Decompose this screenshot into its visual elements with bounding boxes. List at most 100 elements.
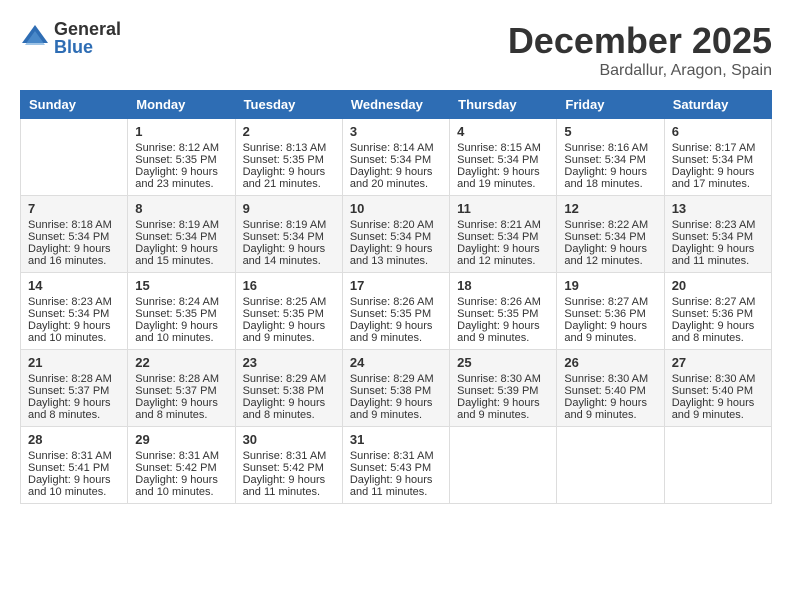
day-info: Daylight: 9 hours [564,166,656,178]
day-info: Sunrise: 8:30 AM [672,373,764,385]
day-info: Sunrise: 8:27 AM [672,296,764,308]
day-number: 3 [350,124,442,139]
day-info: Daylight: 9 hours [350,397,442,409]
day-info: Daylight: 9 hours [672,320,764,332]
calendar-cell: 29Sunrise: 8:31 AMSunset: 5:42 PMDayligh… [128,427,235,504]
day-info: Sunrise: 8:27 AM [564,296,656,308]
day-number: 25 [457,355,549,370]
day-info: Sunrise: 8:19 AM [135,219,227,231]
day-info: Daylight: 9 hours [564,243,656,255]
day-info: and 14 minutes. [243,255,335,267]
calendar-cell: 18Sunrise: 8:26 AMSunset: 5:35 PMDayligh… [450,273,557,350]
calendar-cell: 22Sunrise: 8:28 AMSunset: 5:37 PMDayligh… [128,350,235,427]
day-info: Sunset: 5:34 PM [350,154,442,166]
day-info: Sunrise: 8:24 AM [135,296,227,308]
day-info: Daylight: 9 hours [672,397,764,409]
day-info: Sunset: 5:35 PM [135,154,227,166]
day-info: Sunset: 5:37 PM [135,385,227,397]
day-number: 5 [564,124,656,139]
day-number: 7 [28,201,120,216]
day-info: Sunrise: 8:28 AM [135,373,227,385]
day-number: 16 [243,278,335,293]
calendar-cell: 16Sunrise: 8:25 AMSunset: 5:35 PMDayligh… [235,273,342,350]
day-info: Sunrise: 8:23 AM [672,219,764,231]
day-info: Daylight: 9 hours [243,243,335,255]
day-info: Sunrise: 8:31 AM [350,450,442,462]
calendar-cell: 4Sunrise: 8:15 AMSunset: 5:34 PMDaylight… [450,119,557,196]
day-info: Sunrise: 8:26 AM [350,296,442,308]
col-header-friday: Friday [557,91,664,119]
day-info: and 13 minutes. [350,255,442,267]
day-info: and 11 minutes. [672,255,764,267]
day-info: Sunrise: 8:31 AM [243,450,335,462]
header-row: SundayMondayTuesdayWednesdayThursdayFrid… [21,91,772,119]
day-info: Sunset: 5:40 PM [564,385,656,397]
day-number: 2 [243,124,335,139]
calendar-cell [450,427,557,504]
day-number: 19 [564,278,656,293]
calendar-cell: 10Sunrise: 8:20 AMSunset: 5:34 PMDayligh… [342,196,449,273]
calendar-cell: 20Sunrise: 8:27 AMSunset: 5:36 PMDayligh… [664,273,771,350]
day-info: Sunrise: 8:21 AM [457,219,549,231]
day-info: Sunset: 5:35 PM [350,308,442,320]
day-number: 4 [457,124,549,139]
day-number: 17 [350,278,442,293]
day-info: and 12 minutes. [457,255,549,267]
day-info: and 9 minutes. [243,332,335,344]
calendar-cell: 27Sunrise: 8:30 AMSunset: 5:40 PMDayligh… [664,350,771,427]
day-number: 23 [243,355,335,370]
day-info: Sunset: 5:37 PM [28,385,120,397]
day-info: Sunrise: 8:19 AM [243,219,335,231]
day-info: and 9 minutes. [457,332,549,344]
day-number: 22 [135,355,227,370]
col-header-thursday: Thursday [450,91,557,119]
day-info: Sunrise: 8:30 AM [564,373,656,385]
day-info: and 9 minutes. [457,409,549,421]
calendar-cell: 2Sunrise: 8:13 AMSunset: 5:35 PMDaylight… [235,119,342,196]
day-info: Daylight: 9 hours [672,166,764,178]
calendar-cell: 12Sunrise: 8:22 AMSunset: 5:34 PMDayligh… [557,196,664,273]
day-info: Sunrise: 8:12 AM [135,142,227,154]
day-info: Daylight: 9 hours [457,320,549,332]
logo: General Blue [20,20,121,56]
day-info: Sunset: 5:39 PM [457,385,549,397]
day-info: Daylight: 9 hours [350,474,442,486]
calendar-cell: 23Sunrise: 8:29 AMSunset: 5:38 PMDayligh… [235,350,342,427]
day-number: 13 [672,201,764,216]
day-info: Sunset: 5:35 PM [135,308,227,320]
calendar-cell: 14Sunrise: 8:23 AMSunset: 5:34 PMDayligh… [21,273,128,350]
calendar-cell: 11Sunrise: 8:21 AMSunset: 5:34 PMDayligh… [450,196,557,273]
day-info: Daylight: 9 hours [457,397,549,409]
calendar-cell: 19Sunrise: 8:27 AMSunset: 5:36 PMDayligh… [557,273,664,350]
day-info: Sunset: 5:34 PM [350,231,442,243]
day-info: and 9 minutes. [350,332,442,344]
col-header-wednesday: Wednesday [342,91,449,119]
day-info: Sunrise: 8:15 AM [457,142,549,154]
day-info: Sunrise: 8:22 AM [564,219,656,231]
day-info: Daylight: 9 hours [135,166,227,178]
day-info: Daylight: 9 hours [672,243,764,255]
week-row-2: 7Sunrise: 8:18 AMSunset: 5:34 PMDaylight… [21,196,772,273]
day-info: and 10 minutes. [28,486,120,498]
day-info: Daylight: 9 hours [28,320,120,332]
day-info: and 11 minutes. [243,486,335,498]
calendar-cell: 8Sunrise: 8:19 AMSunset: 5:34 PMDaylight… [128,196,235,273]
day-info: and 19 minutes. [457,178,549,190]
day-number: 24 [350,355,442,370]
day-info: Sunset: 5:35 PM [243,154,335,166]
col-header-tuesday: Tuesday [235,91,342,119]
day-info: Sunset: 5:34 PM [457,154,549,166]
day-info: Daylight: 9 hours [350,320,442,332]
calendar-cell: 7Sunrise: 8:18 AMSunset: 5:34 PMDaylight… [21,196,128,273]
day-info: and 23 minutes. [135,178,227,190]
calendar-cell: 31Sunrise: 8:31 AMSunset: 5:43 PMDayligh… [342,427,449,504]
day-info: Sunset: 5:42 PM [243,462,335,474]
calendar-cell: 5 Sunrise: 8:16 AMSunset: 5:34 PMDaylight… [557,119,664,196]
day-number: 1 [135,124,227,139]
day-info: Sunset: 5:42 PM [135,462,227,474]
day-info: Sunset: 5:34 PM [564,154,656,166]
calendar-cell [557,427,664,504]
calendar-cell: 28Sunrise: 8:31 AMSunset: 5:41 PMDayligh… [21,427,128,504]
day-number: 26 [564,355,656,370]
day-info: Sunrise: 8:16 AM [564,142,656,154]
